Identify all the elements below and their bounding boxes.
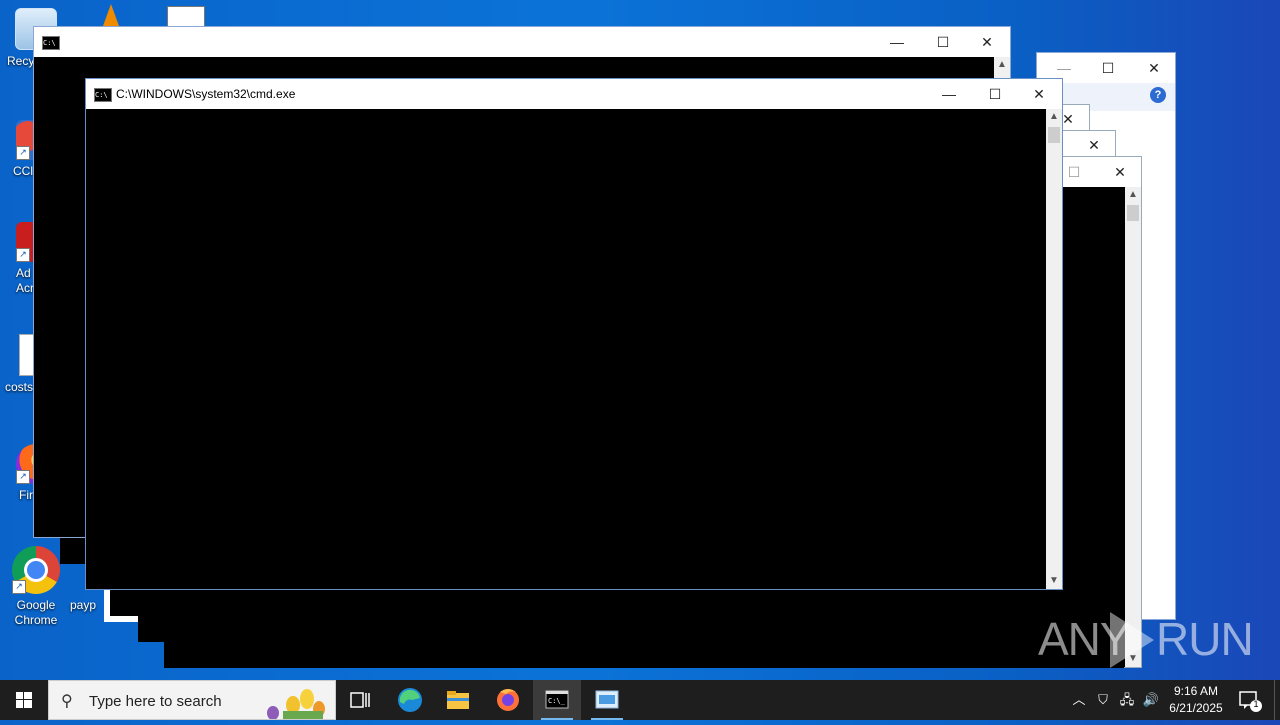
taskbar-cmd[interactable]: C:\_ bbox=[533, 680, 581, 720]
chrome-icon: ↗ bbox=[12, 546, 60, 594]
folder-icon bbox=[447, 691, 469, 709]
show-desktop-button[interactable] bbox=[1274, 680, 1280, 720]
network-icon[interactable]: 🖧 bbox=[1116, 680, 1138, 720]
shortcut-arrow-icon: ↗ bbox=[16, 248, 30, 262]
console-remnant-4 bbox=[164, 588, 1124, 668]
desktop-icon-vlc[interactable] bbox=[94, 4, 128, 26]
desktop-icon-printer[interactable] bbox=[162, 6, 210, 28]
cmd-icon: C:\_ bbox=[545, 690, 569, 709]
clock-date: 6/21/2025 bbox=[1169, 701, 1223, 715]
task-view-button[interactable] bbox=[336, 680, 384, 720]
desktop-icon-label: Google Chrome bbox=[14, 598, 58, 627]
search-box[interactable]: ⚲ Type here to search bbox=[48, 680, 336, 720]
minimize-button[interactable]: — bbox=[874, 27, 920, 57]
taskbar-firefox[interactable] bbox=[484, 680, 532, 720]
search-placeholder: Type here to search bbox=[89, 693, 222, 710]
taskbar-edge[interactable] bbox=[386, 680, 434, 720]
close-button[interactable]: ✕ bbox=[1071, 131, 1117, 159]
volume-icon[interactable]: 🔊 bbox=[1140, 680, 1162, 720]
play-logo-icon bbox=[1110, 612, 1154, 668]
scrollbar-thumb[interactable] bbox=[1048, 127, 1060, 143]
notification-count: 1 bbox=[1253, 699, 1259, 709]
desktop: Recy ↗ CCl ↗ Ad Acr costs ↗ Fir ↗ Google bbox=[0, 0, 1280, 680]
tray-security-icon[interactable]: ⛉ bbox=[1092, 680, 1114, 720]
anyrun-watermark: ANY RUN bbox=[1038, 612, 1254, 668]
scroll-down-icon[interactable]: ▼ bbox=[1046, 573, 1062, 589]
scroll-up-icon[interactable]: ▲ bbox=[994, 57, 1010, 73]
vlc-cone-icon bbox=[103, 4, 119, 26]
watermark-text-right: RUN bbox=[1156, 613, 1254, 665]
desktop-icon-google-chrome[interactable]: ↗ Google Chrome bbox=[4, 546, 68, 628]
notification-center-button[interactable]: 1 bbox=[1236, 680, 1266, 720]
edge-icon bbox=[398, 688, 422, 712]
console-area[interactable] bbox=[86, 109, 1046, 589]
chrome-center-dot-icon bbox=[27, 561, 45, 579]
maximize-button[interactable]: ☐ bbox=[920, 27, 966, 57]
close-button[interactable]: ✕ bbox=[1131, 53, 1177, 83]
taskbar-file-explorer[interactable] bbox=[434, 680, 482, 720]
close-button[interactable]: ✕ bbox=[1016, 79, 1062, 109]
titlebar[interactable]: C:\ — ☐ ✕ bbox=[34, 27, 1010, 57]
taskbar: ⚲ Type here to search C:\_ ︿ ⛉ 🖧 🔊 9:16 … bbox=[0, 680, 1280, 720]
windows-logo-icon bbox=[16, 692, 32, 708]
scroll-up-icon[interactable]: ▲ bbox=[1125, 187, 1141, 203]
notification-icon bbox=[1239, 691, 1262, 712]
printer-icon bbox=[167, 6, 205, 28]
search-icon: ⚲ bbox=[61, 693, 73, 710]
scrollbar[interactable]: ▲ ▼ bbox=[1125, 187, 1141, 667]
scrollbar-thumb[interactable] bbox=[1127, 205, 1139, 221]
shortcut-arrow-icon: ↗ bbox=[12, 580, 26, 594]
taskbar-control-panel[interactable] bbox=[583, 680, 631, 720]
start-button[interactable] bbox=[0, 680, 48, 720]
control-panel-icon bbox=[595, 690, 619, 709]
minimize-button[interactable]: — bbox=[926, 79, 972, 109]
clock-time: 9:16 AM bbox=[1173, 684, 1219, 698]
scroll-up-icon[interactable]: ▲ bbox=[1046, 109, 1062, 125]
show-hidden-icons-button[interactable]: ︿ bbox=[1068, 680, 1090, 720]
svg-text:C:\_: C:\_ bbox=[548, 697, 566, 705]
cmd-app-icon: C:\ bbox=[94, 88, 112, 102]
shortcut-arrow-icon: ↗ bbox=[16, 146, 30, 160]
clock[interactable]: 9:16 AM 6/21/2025 bbox=[1160, 683, 1232, 717]
scrollbar[interactable]: ▲ ▼ bbox=[1046, 109, 1062, 589]
maximize-button[interactable]: ☐ bbox=[1085, 53, 1131, 83]
cmd-window-main[interactable]: C:\ C:\WINDOWS\system32\cmd.exe — ☐ ✕ ▲ … bbox=[85, 78, 1063, 590]
maximize-button[interactable]: ☐ bbox=[972, 79, 1018, 109]
cmd-app-icon: C:\ bbox=[42, 36, 60, 50]
task-view-icon bbox=[350, 692, 370, 708]
help-icon[interactable]: ? bbox=[1150, 87, 1166, 103]
close-button[interactable]: ✕ bbox=[1097, 157, 1143, 187]
window-title: C:\WINDOWS\system32\cmd.exe bbox=[116, 87, 296, 101]
desktop-icon-label: Ad Acr bbox=[16, 266, 34, 295]
shortcut-arrow-icon: ↗ bbox=[16, 470, 30, 484]
firefox-icon bbox=[497, 689, 519, 711]
console-remnant-2 bbox=[110, 588, 140, 616]
close-button[interactable]: ✕ bbox=[964, 27, 1010, 57]
search-highlight-flowers-icon bbox=[267, 689, 325, 719]
titlebar[interactable]: C:\ C:\WINDOWS\system32\cmd.exe — ☐ ✕ bbox=[86, 79, 1062, 109]
